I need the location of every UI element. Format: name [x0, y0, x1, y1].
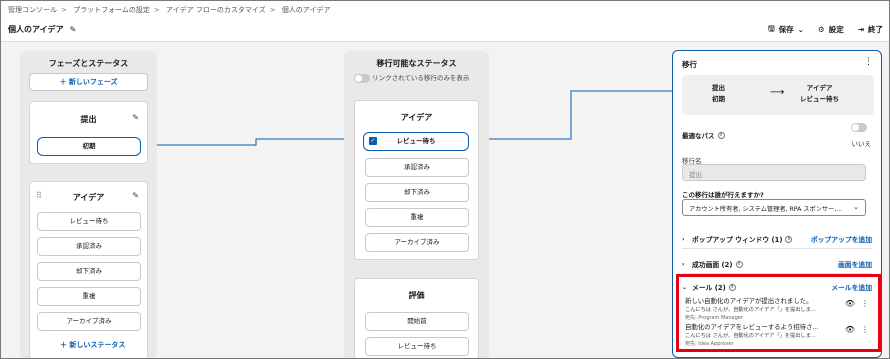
more-menu-icon[interactable]: ⋮ [864, 57, 873, 67]
status-review-pending[interactable]: ✓ レビュー待ち [363, 132, 469, 151]
save-button[interactable]: 🖫 保存 ⌄ [768, 23, 804, 36]
status-pill[interactable]: 重複 [365, 208, 469, 227]
add-screen-button[interactable]: 画面を追加 [838, 259, 872, 269]
best-path-text: 最適なパス [682, 132, 715, 140]
pencil-icon[interactable]: ✎ [132, 113, 139, 122]
transition-name-field[interactable]: 提出 [682, 164, 866, 181]
info-icon[interactable]: i [785, 235, 793, 243]
linked-only-label: リンクされている移行のみを表示 [372, 74, 470, 82]
save-label: 保存 [778, 25, 794, 34]
breadcrumb-item[interactable]: アイデア フローのカスタマイズ [166, 6, 266, 14]
info-icon[interactable]: i [735, 260, 743, 268]
chevron-down-icon: ⌄ [853, 203, 859, 211]
chevron-down-icon: ⌄ [797, 25, 804, 34]
available-column-title: 移行可能なステータス [376, 59, 457, 68]
who-can-label: この移行は誰が行えますか? [682, 191, 764, 199]
gear-icon: ⚙ [817, 25, 825, 34]
save-icon: 🖫 [768, 24, 775, 33]
status-label: レビュー待ち [396, 137, 436, 145]
success-section[interactable]: › 成功画面 (2) i 画面を追加 [682, 259, 872, 269]
toolbar: 🖫 保存 ⌄ ⚙ 設定 ⇥ 終了 [768, 23, 883, 36]
page-title-text: 個人のアイデア [8, 25, 64, 34]
breadcrumb: 管理コンソール > プラットフォームの設定 > アイデア フローのカスタマイズ > 個… [8, 6, 331, 14]
settings-label: 設定 [828, 25, 844, 34]
status-pill[interactable]: 却下済み [365, 183, 469, 202]
phase-title: 提出 [80, 115, 97, 124]
to-phase: アイデア [806, 84, 833, 92]
transition-to: アイデア レビュー待ち [800, 83, 839, 105]
best-path-toggle[interactable] [851, 123, 867, 132]
breadcrumb-item[interactable]: プラットフォームの設定 [73, 6, 150, 14]
status-pill[interactable]: 承認済み [37, 237, 141, 256]
finish-label: 終了 [868, 25, 883, 34]
add-popup-button[interactable]: ポップアップを追加 [811, 234, 872, 244]
arrow-right-icon: ⟶ [770, 87, 785, 98]
from-status: 初期 [712, 95, 725, 103]
new-status-button[interactable]: ＋ 新しいステータス [60, 340, 125, 350]
linked-only-toggle[interactable] [354, 73, 370, 83]
pencil-icon[interactable]: ✎ [132, 191, 139, 200]
popup-section-label: ポップアップ ウィンドウ (1) [692, 236, 783, 244]
group-title: 評価 [408, 291, 425, 300]
status-pill[interactable]: レビュー待ち [365, 337, 469, 356]
phase-card-idea: ⠿ アイデア ✎ レビュー待ち 承認済み 却下済み 重複 アーカイブ済み ＋ 新… [29, 181, 148, 358]
best-path-state: いいえ [851, 140, 872, 148]
connector-left [142, 138, 364, 146]
finish-button[interactable]: ⇥ 終了 [858, 24, 883, 35]
pencil-icon[interactable]: ✎ [70, 25, 77, 34]
who-can-value: アカウント所有者, システム管理者, RPA スポンサー,... [689, 206, 843, 213]
drag-handle-icon[interactable]: ⠿ [36, 191, 42, 200]
status-pill[interactable]: アーカイブ済み [365, 233, 469, 252]
transition-from: 提出 初期 [712, 83, 725, 105]
exit-icon: ⇥ [857, 25, 864, 34]
breadcrumb-item: 個人のアイデア [281, 6, 331, 14]
app-frame: 管理コンソール > プラットフォームの設定 > アイデア フローのカスタマイズ > 個… [0, 0, 890, 359]
chevron-right-icon: › [682, 260, 685, 268]
phase-title: アイデア [72, 193, 105, 202]
popup-section[interactable]: › ポップアップ ウィンドウ (1) i ポップアップを追加 [682, 234, 872, 244]
divider [682, 248, 872, 249]
linked-only-row: リンクされている移行のみを表示 [354, 73, 484, 83]
status-initial[interactable]: 初期 [37, 137, 141, 156]
status-pill[interactable]: 承認済み [365, 158, 469, 177]
group-title: アイデア [400, 113, 433, 122]
breadcrumb-item[interactable]: 管理コンソール [8, 6, 57, 14]
new-phase-button[interactable]: ＋ 新しいフェーズ [29, 73, 148, 91]
group-card-idea: アイデア ✓ レビュー待ち 承認済み 却下済み 重複 アーカイブ済み [354, 100, 479, 260]
available-statuses-column: 移行可能なステータス リンクされている移行のみを表示 アイデア ✓ レビュー待ち… [344, 51, 489, 358]
phase-card-submit: 提出 ✎ 初期 [29, 101, 148, 164]
transition-summary: 提出 初期 ⟶ アイデア レビュー待ち [682, 75, 874, 115]
chevron-right-icon: › [682, 235, 685, 243]
status-pill[interactable]: 開始前 [365, 312, 469, 331]
best-path-label: 最適なパス i [682, 130, 725, 140]
checkbox-checked-icon[interactable]: ✓ [369, 137, 377, 145]
panel-title: 移行 [682, 60, 697, 69]
phases-column: フェーズとステータス ＋ 新しいフェーズ 提出 ✎ 初期 ⠿ アイデア ✎ レビ… [20, 51, 157, 358]
status-pill[interactable]: レビュー待ち [37, 212, 141, 231]
highlight-box [676, 274, 881, 352]
who-can-select[interactable]: アカウント所有者, システム管理者, RPA スポンサー,... ⌄ [682, 199, 866, 216]
phases-column-title: フェーズとステータス [48, 59, 129, 68]
settings-button[interactable]: ⚙ 設定 [818, 24, 844, 35]
to-status: レビュー待ち [800, 95, 839, 103]
group-card-evaluation: 評価 開始前 レビュー待ち [354, 278, 479, 358]
page-title: 個人のアイデア ✎ [8, 24, 76, 35]
success-section-label: 成功画面 (2) [692, 261, 733, 269]
status-pill[interactable]: 重複 [37, 287, 141, 306]
from-phase: 提出 [712, 84, 725, 92]
status-pill[interactable]: アーカイブ済み [37, 312, 141, 331]
connector-right [469, 90, 672, 140]
status-pill[interactable]: 却下済み [37, 262, 141, 281]
info-icon[interactable]: i [717, 131, 725, 139]
